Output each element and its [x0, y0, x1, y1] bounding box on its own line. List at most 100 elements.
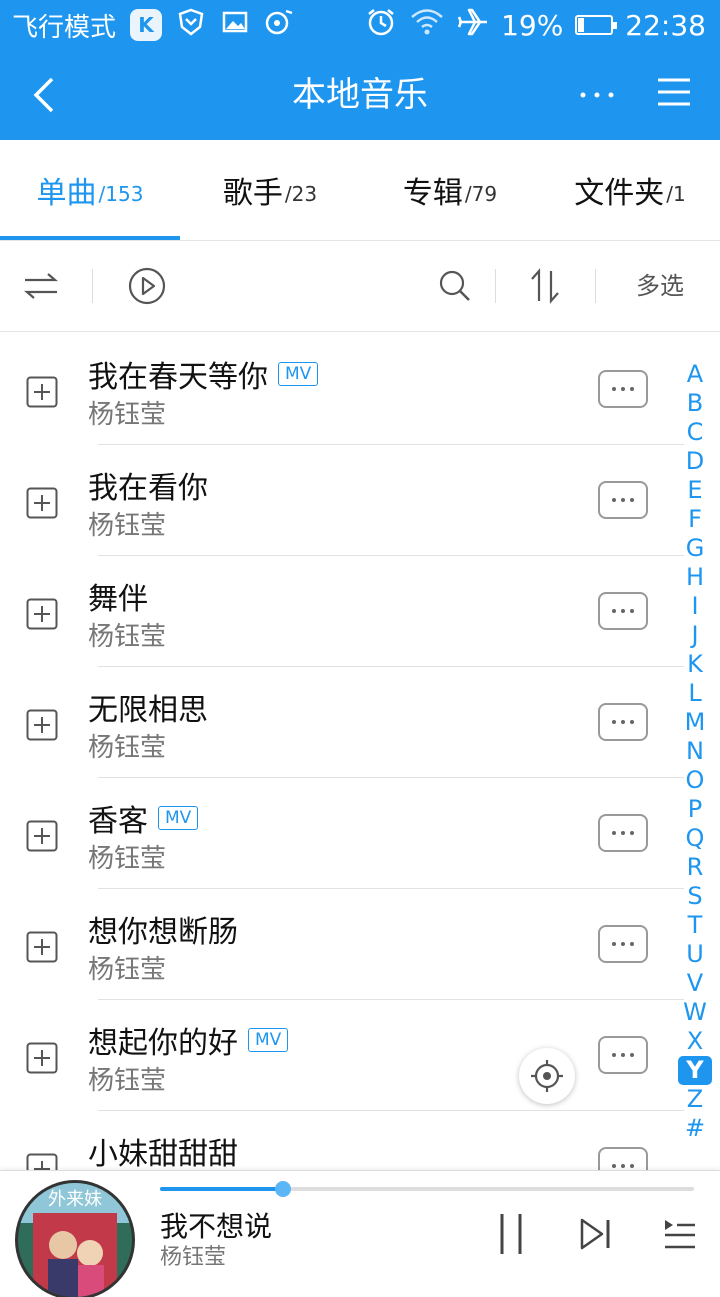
index-letter-j[interactable]: J	[678, 621, 712, 650]
song-more-button[interactable]	[598, 925, 648, 963]
progress-bar[interactable]	[160, 1181, 694, 1197]
song-row[interactable]: 我在看你 杨钰莹	[0, 445, 720, 556]
index-letter-o[interactable]: O	[678, 766, 712, 795]
index-letter-m[interactable]: M	[678, 708, 712, 737]
song-more-button[interactable]	[598, 370, 648, 408]
play-all-button[interactable]	[124, 263, 170, 309]
tab-count: /79	[464, 182, 498, 206]
index-letter-q[interactable]: Q	[678, 824, 712, 853]
add-to-playlist-icon[interactable]	[26, 1042, 58, 1074]
index-letter-z[interactable]: Z	[678, 1085, 712, 1114]
song-more-button[interactable]	[598, 481, 648, 519]
song-more-button[interactable]	[598, 814, 648, 852]
alphabet-index[interactable]: A B C D E F G H I J K L M N O P Q R S T U V W X Y Z #	[678, 360, 712, 1143]
song-artist: 杨钰莹	[88, 400, 167, 430]
next-button[interactable]	[572, 1211, 618, 1257]
toolbar-divider	[92, 269, 93, 303]
song-title: 香客	[88, 804, 148, 839]
index-letter-g[interactable]: G	[678, 534, 712, 563]
index-letter-l[interactable]: L	[678, 679, 712, 708]
song-more-button[interactable]	[598, 1147, 648, 1170]
song-row[interactable]: 香客 MV 杨钰莹	[0, 778, 720, 889]
index-letter-c[interactable]: C	[678, 418, 712, 447]
add-to-playlist-icon[interactable]	[26, 1153, 58, 1170]
index-letter-r[interactable]: R	[678, 853, 712, 882]
search-button[interactable]	[432, 263, 478, 309]
song-more-button[interactable]	[598, 703, 648, 741]
index-letter-x[interactable]: X	[678, 1027, 712, 1056]
playlist-icon	[665, 1220, 695, 1249]
tab-label: 歌手	[222, 176, 283, 211]
tab-artists[interactable]: 歌手/23	[180, 140, 360, 240]
index-letter-y[interactable]: Y	[678, 1056, 712, 1085]
index-letter-hash[interactable]: #	[678, 1114, 712, 1143]
song-title: 想起你的好	[88, 1026, 238, 1061]
sort-icon	[531, 268, 559, 304]
play-circle-icon	[128, 267, 166, 305]
skip-next-icon	[580, 1218, 610, 1250]
song-title: 我在春天等你	[88, 360, 268, 395]
index-letter-p[interactable]: P	[678, 795, 712, 824]
index-letter-b[interactable]: B	[678, 389, 712, 418]
add-to-playlist-icon[interactable]	[26, 598, 58, 630]
tab-label: 文件夹	[574, 176, 665, 211]
index-letter-v[interactable]: V	[678, 969, 712, 998]
index-letter-u[interactable]: U	[678, 940, 712, 969]
more-options-button[interactable]	[574, 72, 620, 118]
index-letter-w[interactable]: W	[678, 998, 712, 1027]
song-row[interactable]: 小妹甜甜甜	[0, 1111, 720, 1170]
battery-icon	[575, 15, 618, 35]
progress-handle[interactable]	[274, 1181, 291, 1197]
add-to-playlist-icon[interactable]	[26, 487, 58, 519]
mv-badge[interactable]: MV	[158, 806, 199, 830]
tab-songs[interactable]: 单曲/153	[0, 140, 180, 240]
index-letter-d[interactable]: D	[678, 447, 712, 476]
multi-select-button[interactable]: 多选	[636, 241, 684, 331]
k-app-icon: K	[130, 9, 163, 41]
locate-current-song-button[interactable]	[519, 1048, 575, 1104]
add-to-playlist-icon[interactable]	[26, 376, 58, 408]
song-more-button[interactable]	[598, 1036, 648, 1074]
song-row[interactable]: 想起你的好 MV 杨钰莹	[0, 1000, 720, 1111]
song-row[interactable]: 想你想断肠 杨钰莹	[0, 889, 720, 1000]
sort-button[interactable]	[522, 263, 568, 309]
song-list: 我在春天等你 MV 杨钰莹 我在看你 杨钰莹 舞伴 杨钰莹 无限相思 杨钰莹 香客…	[0, 334, 720, 1170]
index-letter-h[interactable]: H	[678, 563, 712, 592]
list-toolbar: 多选	[0, 241, 720, 332]
chevron-left-icon	[33, 77, 54, 113]
song-artist: 杨钰莹	[88, 955, 167, 985]
tab-folders[interactable]: 文件夹/1	[540, 140, 720, 240]
add-to-playlist-icon[interactable]	[26, 931, 58, 963]
add-to-playlist-icon[interactable]	[26, 820, 58, 852]
index-letter-k[interactable]: K	[678, 650, 712, 679]
tab-label: 专辑	[402, 176, 463, 211]
tab-albums[interactable]: 专辑/79	[360, 140, 540, 240]
song-more-button[interactable]	[598, 592, 648, 630]
index-letter-t[interactable]: T	[678, 911, 712, 940]
song-row[interactable]: 无限相思 杨钰莹	[0, 667, 720, 778]
mv-badge[interactable]: MV	[278, 362, 319, 386]
index-letter-a[interactable]: A	[678, 360, 712, 389]
shuffle-play-button[interactable]	[18, 263, 64, 309]
index-letter-e[interactable]: E	[678, 476, 712, 505]
menu-button[interactable]	[654, 72, 700, 118]
back-button[interactable]	[22, 72, 68, 118]
add-to-playlist-icon[interactable]	[26, 709, 58, 741]
song-artist: 杨钰莹	[88, 622, 167, 652]
crosshair-icon	[531, 1060, 563, 1092]
song-row[interactable]: 舞伴 杨钰莹	[0, 556, 720, 667]
playlist-button[interactable]	[656, 1211, 702, 1257]
song-artist: 杨钰莹	[88, 511, 167, 541]
now-playing-artist: 杨钰莹	[160, 1245, 227, 1270]
index-letter-f[interactable]: F	[678, 505, 712, 534]
song-artist: 杨钰莹	[88, 1066, 167, 1096]
index-letter-s[interactable]: S	[678, 882, 712, 911]
index-letter-i[interactable]: I	[678, 592, 712, 621]
pause-button[interactable]	[488, 1211, 534, 1257]
index-letter-n[interactable]: N	[678, 737, 712, 766]
tab-count: /1	[666, 182, 686, 206]
mv-badge[interactable]: MV	[248, 1028, 289, 1052]
alarm-icon	[365, 6, 397, 45]
song-row[interactable]: 我在春天等你 MV 杨钰莹	[0, 334, 720, 445]
now-playing-bar[interactable]: 外来妹 我不想说 杨钰莹	[0, 1170, 720, 1297]
